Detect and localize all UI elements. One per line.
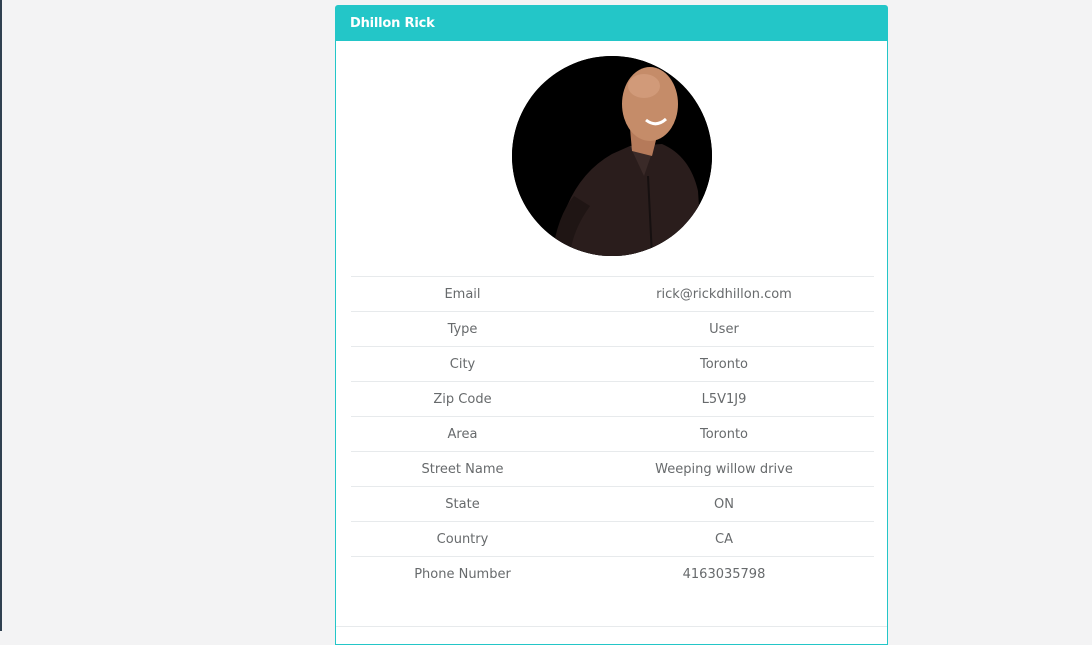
detail-value: ON [574,486,874,522]
detail-row-type: Type User [351,311,874,347]
detail-value: 4163035798 [574,556,874,591]
user-photo-icon [512,56,712,256]
detail-row-email: Email rick@rickdhillon.com [351,276,874,312]
profile-panel: Dhillon Rick Email rick@rickdhillon.com … [335,5,888,645]
detail-label: State [351,486,574,522]
avatar-section [336,41,887,276]
detail-value: CA [574,521,874,557]
detail-row-state: State ON [351,486,874,522]
detail-label: Country [351,521,574,557]
detail-value: User [574,311,874,347]
detail-label: Zip Code [351,381,574,417]
detail-value: rick@rickdhillon.com [574,276,874,312]
detail-label: City [351,346,574,382]
detail-row-city: City Toronto [351,346,874,382]
panel-divider [336,626,887,627]
detail-label: Area [351,416,574,452]
detail-label: Type [351,311,574,347]
profile-name-heading: Dhillon Rick [336,6,887,41]
detail-row-street-name: Street Name Weeping willow drive [351,451,874,487]
detail-value: Toronto [574,416,874,452]
detail-value: Toronto [574,346,874,382]
profile-details-table: Email rick@rickdhillon.com Type User Cit… [351,276,874,591]
detail-label: Street Name [351,451,574,487]
sidebar-edge [0,0,2,631]
detail-row-area: Area Toronto [351,416,874,452]
avatar [512,56,712,256]
detail-value: L5V1J9 [574,381,874,417]
detail-label: Email [351,276,574,312]
detail-row-zip-code: Zip Code L5V1J9 [351,381,874,417]
detail-row-phone-number: Phone Number 4163035798 [351,556,874,591]
detail-row-country: Country CA [351,521,874,557]
detail-label: Phone Number [351,556,574,591]
detail-value: Weeping willow drive [574,451,874,487]
